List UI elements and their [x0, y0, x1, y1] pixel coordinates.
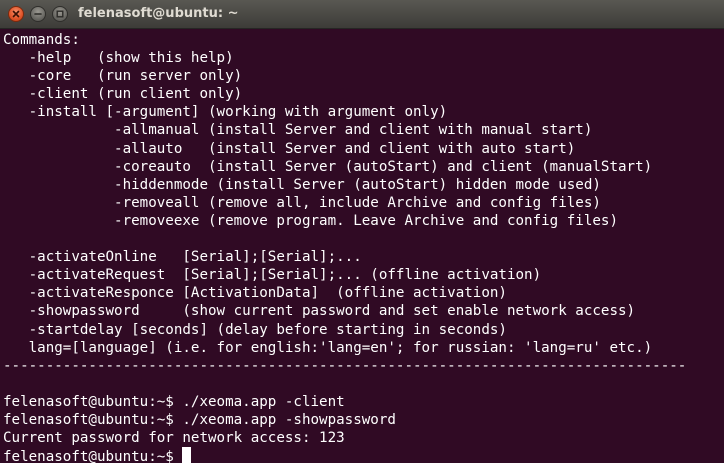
- terminal-line: -allmanual (install Server and client wi…: [3, 122, 593, 139]
- terminal-line: Current password for network access: 123: [3, 430, 345, 447]
- terminal-line: -removeall (remove all, include Archive …: [3, 194, 601, 211]
- maximize-button[interactable]: [52, 6, 68, 22]
- shell-prompt: felenasoft@ubuntu:~$: [3, 449, 183, 463]
- text-cursor: [182, 447, 192, 463]
- terminal-output[interactable]: Commands: -help (show this help) -core (…: [0, 29, 724, 463]
- terminal-line: -client (run client only): [3, 86, 243, 103]
- maximize-icon: [56, 10, 64, 18]
- minimize-button[interactable]: [30, 6, 46, 22]
- terminal-line: -install [-argument] (working with argum…: [3, 104, 448, 121]
- terminal-line: felenasoft@ubuntu:~$ ./xeoma.app -client: [3, 393, 345, 410]
- terminal-line: -activateRequest [Serial];[Serial];... (…: [3, 267, 542, 284]
- terminal-line: -help (show this help): [3, 50, 234, 67]
- terminal-line: ----------------------------------------…: [3, 357, 687, 374]
- terminal-window: felenasoft@ubuntu: ~ Commands: -help (sh…: [0, 0, 724, 463]
- terminal-line: -hiddenmode (install Server (autoStart) …: [3, 176, 601, 193]
- close-button[interactable]: [8, 6, 24, 22]
- terminal-line: -startdelay [seconds] (delay before star…: [3, 321, 507, 338]
- terminal-line: -showpassword (show current password and…: [3, 303, 636, 320]
- close-icon: [12, 10, 20, 18]
- terminal-line: -allauto (install Server and client with…: [3, 140, 576, 157]
- terminal-line: -coreauto (install Server (autoStart) an…: [3, 158, 653, 175]
- terminal-line: felenasoft@ubuntu:~$ ./xeoma.app -showpa…: [3, 411, 396, 428]
- title-bar[interactable]: felenasoft@ubuntu: ~: [0, 0, 724, 29]
- terminal-line: -removeexe (remove program. Leave Archiv…: [3, 212, 618, 229]
- window-title: felenasoft@ubuntu: ~: [78, 6, 239, 21]
- terminal-line: lang=[language] (i.e. for english:'lang=…: [3, 339, 653, 356]
- terminal-lines: Commands: -help (show this help) -core (…: [3, 31, 686, 463]
- terminal-line: -core (run server only): [3, 68, 243, 85]
- terminal-line: Commands:: [3, 32, 80, 48]
- terminal-line: -activateResponce [ActivationData] (offl…: [3, 285, 507, 302]
- terminal-line: -activateOnline [Serial];[Serial];...: [3, 249, 362, 266]
- prompt-line[interactable]: felenasoft@ubuntu:~$: [3, 447, 686, 463]
- minimize-icon: [34, 13, 42, 15]
